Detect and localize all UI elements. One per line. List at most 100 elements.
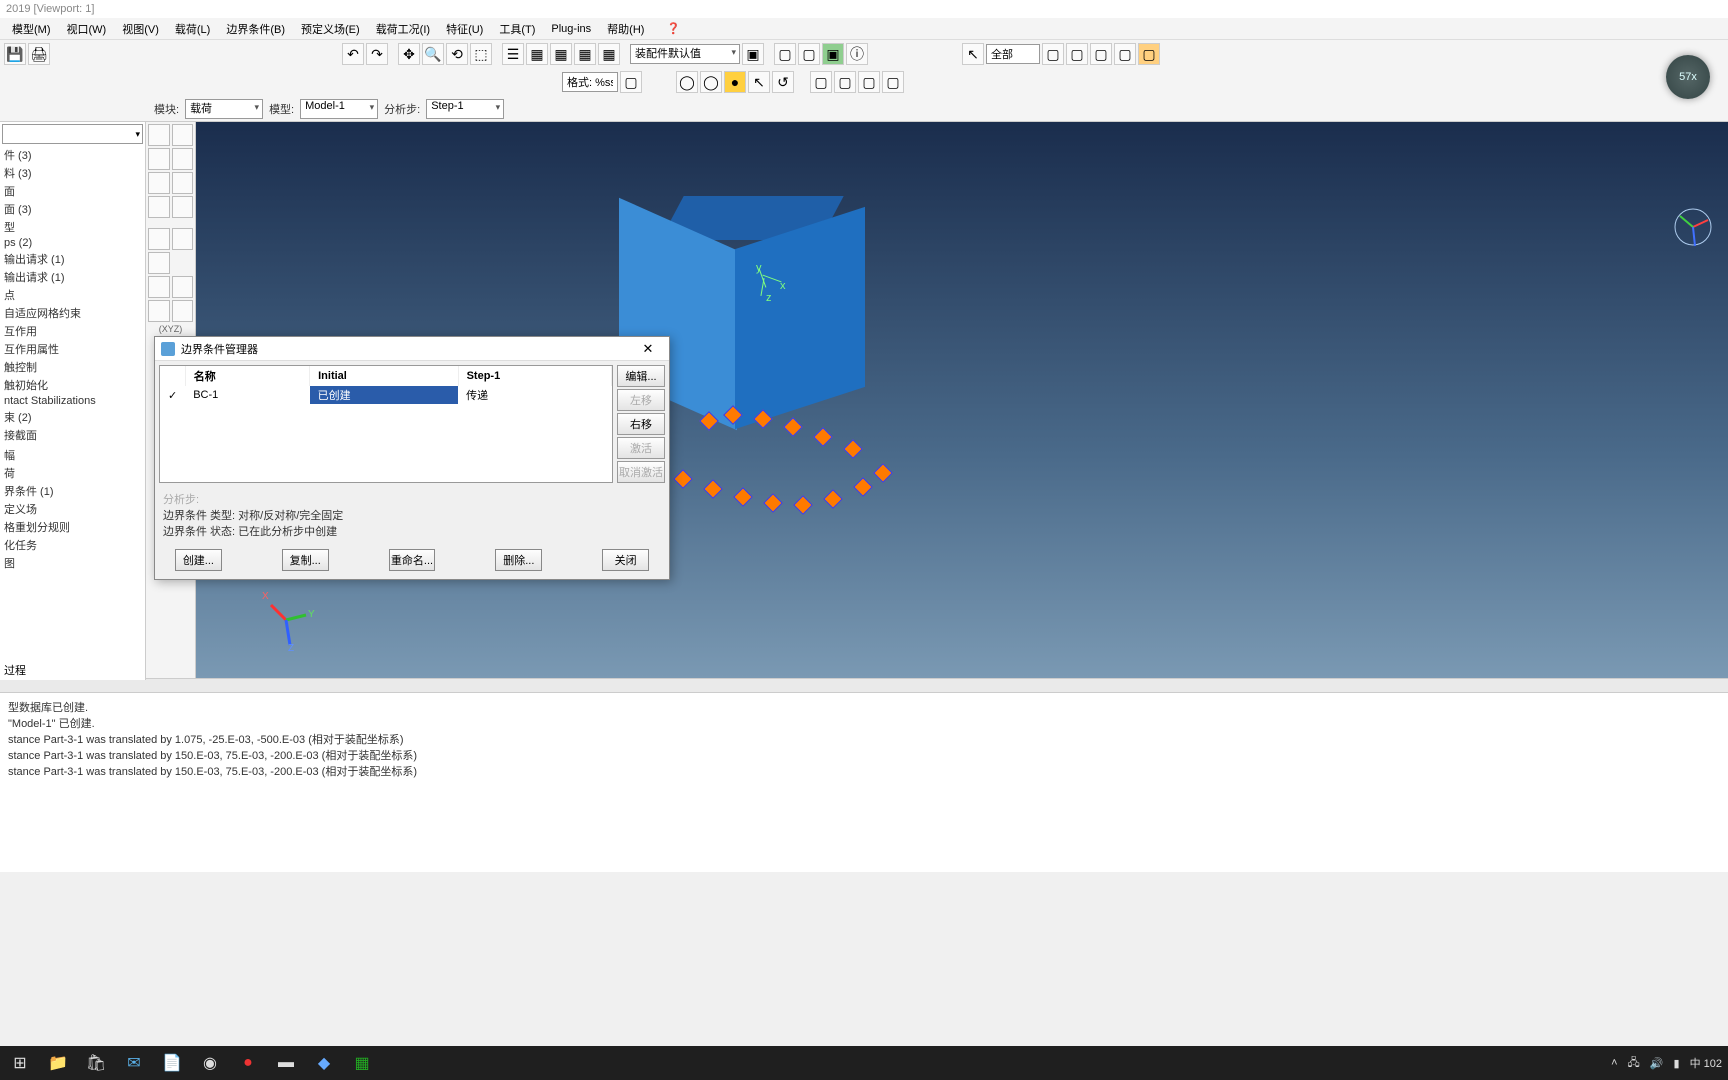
tool-case-icon[interactable]: [148, 196, 170, 218]
tray-net-icon[interactable]: 🖧: [1628, 1054, 1640, 1073]
print-icon[interactable]: 🖨: [28, 43, 50, 65]
tree-item[interactable]: 自适应网格约束: [0, 304, 145, 322]
tool-x5-icon[interactable]: [172, 300, 194, 322]
tool-amp-icon[interactable]: [148, 228, 170, 250]
notes-icon[interactable]: 📄: [158, 1049, 186, 1077]
tree-item[interactable]: ps (2): [0, 236, 145, 250]
t1-icon[interactable]: ▢: [810, 71, 832, 93]
redo-icon[interactable]: ↷: [366, 43, 388, 65]
menu-bc[interactable]: 边界条件(B): [218, 19, 293, 39]
tree-item[interactable]: 输出请求 (1): [0, 250, 145, 268]
nav-triad-icon[interactable]: [1668, 202, 1718, 252]
left-button[interactable]: 左移: [617, 389, 665, 411]
abaqus-icon[interactable]: ◆: [310, 1049, 338, 1077]
dialog-titlebar[interactable]: 边界条件管理器 ✕: [155, 337, 669, 361]
tree-item[interactable]: 互作用: [0, 322, 145, 340]
tray-batt-icon[interactable]: ▮: [1674, 1057, 1680, 1070]
tree-item[interactable]: 图: [0, 554, 145, 572]
terminal-icon[interactable]: ▬: [272, 1049, 300, 1077]
circ3-icon[interactable]: ●: [724, 71, 746, 93]
system-tray[interactable]: ˄ 🖧 🔊 ▮ 中 102: [1611, 1054, 1722, 1073]
message-console[interactable]: 型数据库已创建. "Model-1" 已创建. stance Part-3-1 …: [0, 692, 1728, 872]
tool-load-mgr-icon[interactable]: [172, 124, 194, 146]
close-icon[interactable]: ✕: [633, 341, 663, 357]
format-input[interactable]: [562, 72, 618, 92]
fit-icon[interactable]: ⬚: [470, 43, 492, 65]
table-row[interactable]: ✓ BC-1 已创建 传递: [160, 386, 612, 404]
t3-icon[interactable]: ▢: [858, 71, 880, 93]
tree-item[interactable]: 接截面: [0, 426, 145, 444]
rec-icon[interactable]: ●: [234, 1049, 262, 1077]
menu-view[interactable]: 视图(V): [114, 19, 167, 39]
tool-field-mgr-icon[interactable]: [172, 172, 194, 194]
tree-item[interactable]: 触初始化: [0, 376, 145, 394]
tree-item[interactable]: 束 (2): [0, 408, 145, 426]
model-tree[interactable]: ▾ 件 (3)料 (3)面面 (3)型ps (2)输出请求 (1)输出请求 (1…: [0, 122, 146, 678]
list-icon[interactable]: ☰: [502, 43, 524, 65]
f5-icon[interactable]: ▢: [1138, 43, 1160, 65]
grid2-icon[interactable]: ▦: [550, 43, 572, 65]
module-combo[interactable]: 载荷: [185, 99, 263, 119]
close-button[interactable]: 关闭: [602, 549, 649, 571]
tray-vol-icon[interactable]: 🔊: [1650, 1057, 1664, 1070]
rotate-icon[interactable]: ⟲: [446, 43, 468, 65]
menu-feature[interactable]: 特征(U): [438, 19, 491, 39]
tree-item[interactable]: 面: [0, 182, 145, 200]
delete-button[interactable]: 删除...: [495, 549, 542, 571]
tree-item[interactable]: 荷: [0, 464, 145, 482]
tree-item[interactable]: 格重划分规则: [0, 518, 145, 536]
right-button[interactable]: 右移: [617, 413, 665, 435]
circ2-icon[interactable]: ◯: [700, 71, 722, 93]
context-help-icon[interactable]: ❓: [658, 20, 688, 37]
tool-x2-icon[interactable]: [148, 276, 170, 298]
tool-load-icon[interactable]: [148, 124, 170, 146]
f3-icon[interactable]: ▢: [1090, 43, 1112, 65]
t4-icon[interactable]: ▢: [882, 71, 904, 93]
model-combo[interactable]: Model-1: [300, 99, 378, 119]
tool-x3-icon[interactable]: [172, 276, 194, 298]
grid4-icon[interactable]: ▦: [598, 43, 620, 65]
menu-model[interactable]: 模型(M): [4, 19, 59, 39]
obs-icon[interactable]: ◉: [196, 1049, 224, 1077]
undo-icon[interactable]: ↶: [342, 43, 364, 65]
pan-icon[interactable]: ✥: [398, 43, 420, 65]
tool-bc-icon[interactable]: [148, 148, 170, 170]
tree-item[interactable]: 化任务: [0, 536, 145, 554]
activate-button[interactable]: 激活: [617, 437, 665, 459]
cube-icon[interactable]: ▣: [742, 43, 764, 65]
tree-item[interactable]: 触控制: [0, 358, 145, 376]
create-button[interactable]: 创建...: [175, 549, 222, 571]
deactivate-button[interactable]: 取消激活: [617, 461, 665, 483]
mail-icon[interactable]: ✉: [120, 1049, 148, 1077]
tool-field-icon[interactable]: [148, 172, 170, 194]
shade-icon[interactable]: ▣: [822, 43, 844, 65]
f2-icon[interactable]: ▢: [1066, 43, 1088, 65]
save-icon[interactable]: 💾: [4, 43, 26, 65]
circ1-icon[interactable]: ◯: [676, 71, 698, 93]
grid3-icon[interactable]: ▦: [574, 43, 596, 65]
tree-item[interactable]: 型: [0, 218, 145, 236]
arrow-icon[interactable]: ↖: [748, 71, 770, 93]
info-icon[interactable]: ⓘ: [846, 43, 868, 65]
filter-input[interactable]: [986, 44, 1040, 64]
tray-ime[interactable]: 中 102: [1690, 1055, 1722, 1071]
pointer-icon[interactable]: ↖: [962, 43, 984, 65]
tree-item[interactable]: 面 (3): [0, 200, 145, 218]
menu-plugins[interactable]: Plug-ins: [543, 21, 599, 37]
excel-icon[interactable]: ▦: [348, 1049, 376, 1077]
assembly-combo[interactable]: 装配件默认值: [630, 44, 740, 64]
loop-icon[interactable]: ↺: [772, 71, 794, 93]
menu-tools[interactable]: 工具(T): [491, 19, 543, 39]
copy-button[interactable]: 复制...: [282, 549, 329, 571]
explorer-icon[interactable]: 📁: [44, 1049, 72, 1077]
tree-item[interactable]: 界条件 (1): [0, 482, 145, 500]
splitter[interactable]: [0, 678, 1728, 692]
tool-bc-mgr-icon[interactable]: [172, 148, 194, 170]
tree-item[interactable]: ntact Stabilizations: [0, 394, 145, 408]
bc-table[interactable]: 名称 Initial Step-1 ✓ BC-1 已创建 传递: [159, 365, 613, 483]
tree-model-combo[interactable]: ▾: [2, 124, 143, 144]
step-combo[interactable]: Step-1: [426, 99, 504, 119]
tool-x1-icon[interactable]: [148, 252, 170, 274]
menu-viewport[interactable]: 视口(W): [59, 19, 115, 39]
wire-icon[interactable]: ▢: [774, 43, 796, 65]
